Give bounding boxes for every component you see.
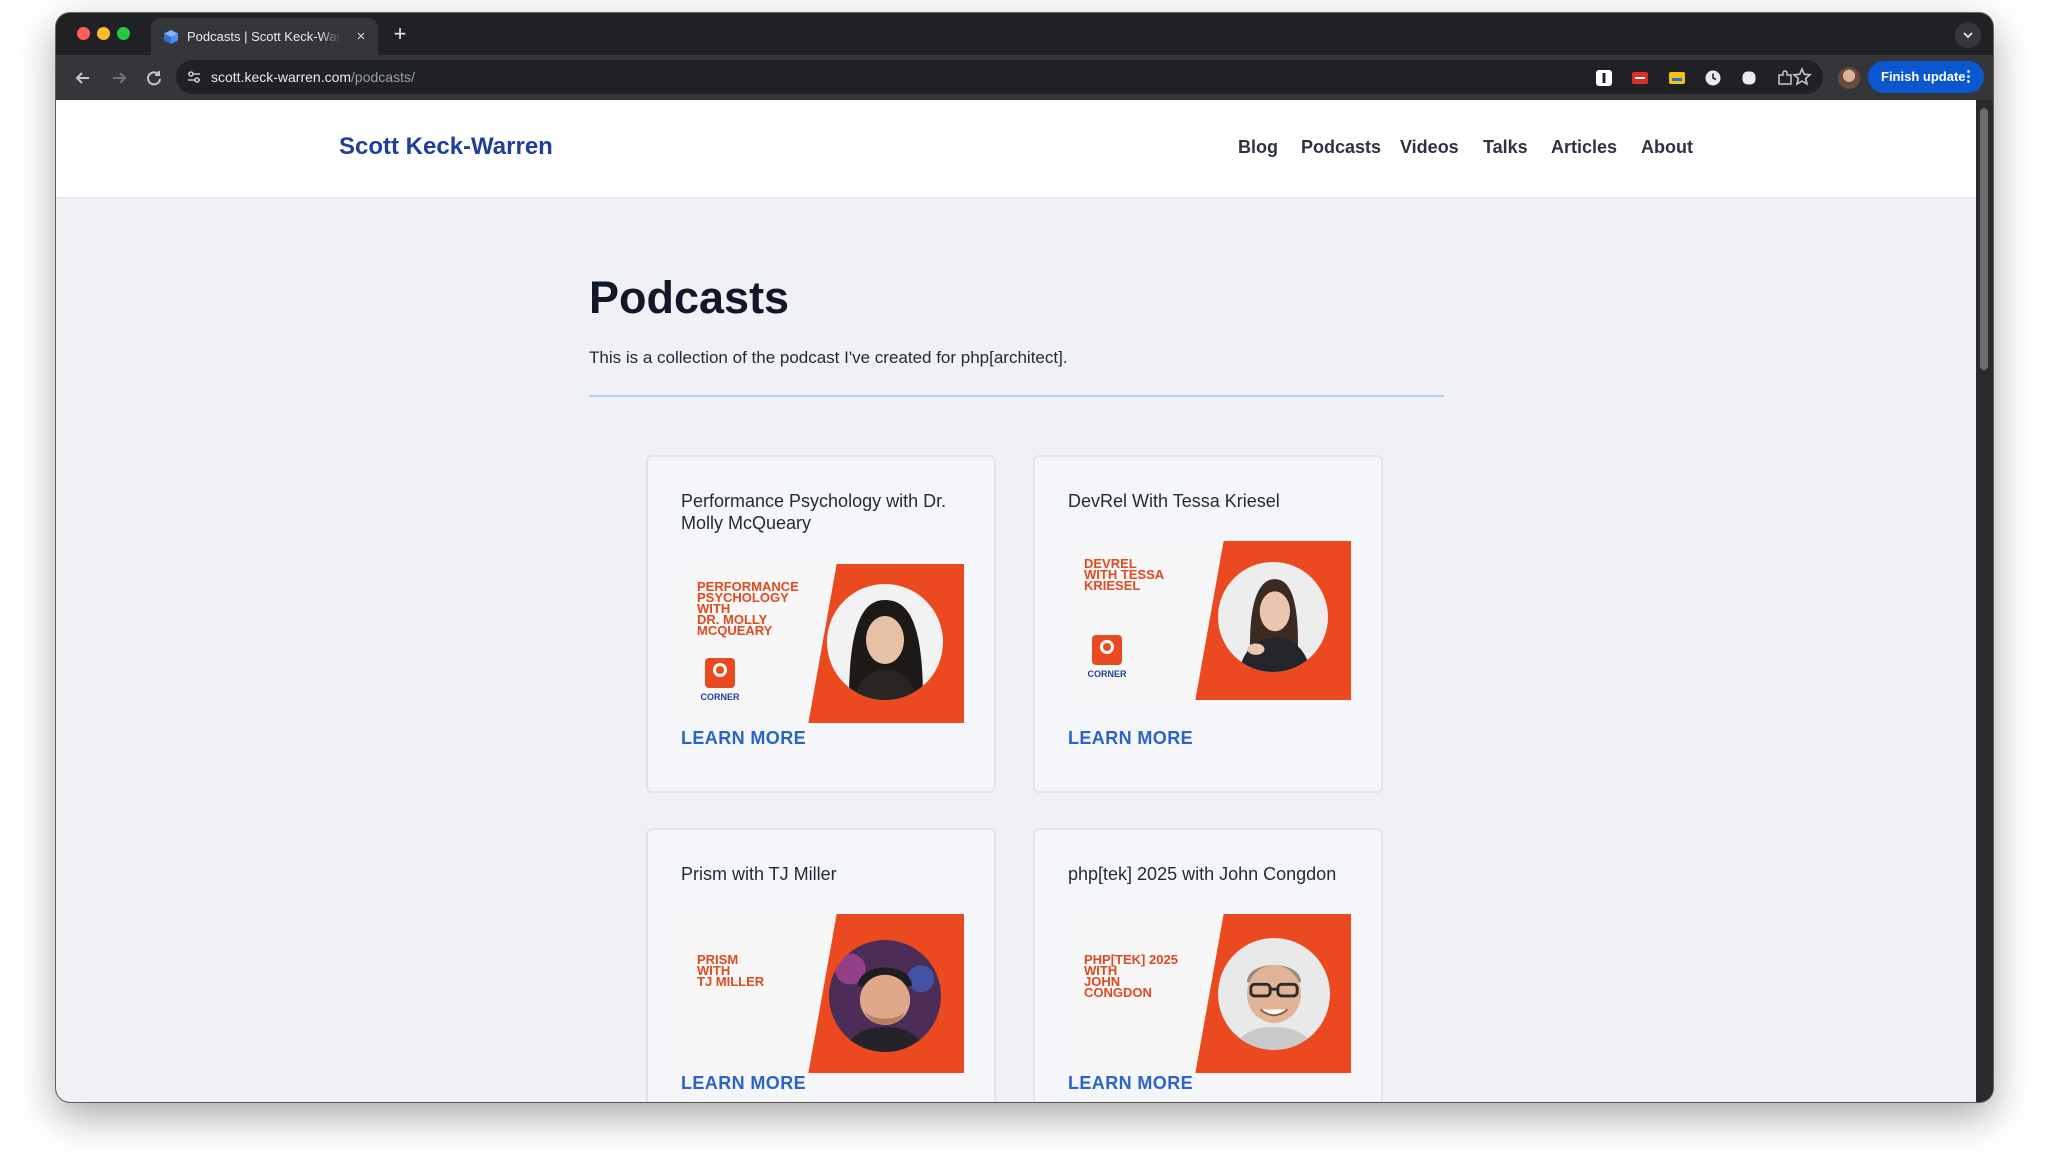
podcast-card: Prism with TJ Miller PRISM WITH TJ MILLE… [646,828,996,1102]
podcast-card-title[interactable]: DevRel With Tessa Kriesel [1068,490,1358,512]
finish-update-label: Finish update [1881,69,1966,84]
page-intro: This is a collection of the podcast I've… [589,348,1068,367]
page-viewport: Scott Keck-Warren Blog Podcasts Videos T… [56,100,1976,1102]
cover-line: CONGDON [1084,985,1152,1000]
site-favicon-icon [164,30,178,44]
site-header: Scott Keck-Warren Blog Podcasts Videos T… [56,100,1976,198]
address-bar[interactable]: scott.keck-warren.com/podcasts/ [176,60,1823,94]
podcast-card-title[interactable]: Performance Psychology with Dr. Molly Mc… [681,490,971,534]
bookmark-star-icon[interactable] [1791,66,1813,88]
podcast-cover-image[interactable]: PHP[TEK] 2025 WITH JOHN CONGDON [1068,914,1351,1073]
section-divider [589,395,1444,397]
cover-title-text: PHP[TEK] 2025 WITH JOHN CONGDON [1084,953,1214,1000]
browser-window: Podcasts | Scott Keck-Warren × + [56,13,1993,1102]
guest-portrait [829,940,941,1052]
nav-videos[interactable]: Videos [1400,137,1459,161]
logo-text: CORNER [701,692,739,702]
podcast-card: php[tek] 2025 with John Congdon PHP[TEK]… [1033,828,1383,1102]
forward-arrow-icon[interactable] [106,65,132,91]
tab-search-button[interactable] [1955,22,1981,48]
site-title-link[interactable]: Scott Keck-Warren [339,133,553,163]
learn-more-link[interactable]: LEARN MORE [681,1073,806,1095]
tab-strip: Podcasts | Scott Keck-Warren × + [56,13,1993,55]
extensions-puzzle-icon[interactable] [1776,69,1794,87]
nav-talks[interactable]: Talks [1483,137,1528,161]
podcast-cover-image[interactable]: DEVREL WITH TESSA KRIESEL CORNER [1068,541,1351,700]
tab-close-icon[interactable]: × [351,27,371,47]
learn-more-link[interactable]: LEARN MORE [1068,1073,1193,1095]
page-title: Podcasts [589,272,790,323]
nav-articles[interactable]: Articles [1551,137,1617,161]
nav-blog[interactable]: Blog [1238,137,1278,161]
back-arrow-icon[interactable] [70,65,96,91]
url-text: scott.keck-warren.com/podcasts/ [211,69,415,85]
show-logo-icon: CORNER [701,658,739,702]
cover-title-text: DEVREL WITH TESSA KRIESEL [1084,557,1214,592]
page-scrollbar[interactable] [1976,100,1993,1102]
extension-red-icon[interactable] [1631,69,1649,87]
url-host: scott.keck-warren.com [211,69,352,85]
browser-toolbar: scott.keck-warren.com/podcasts/ Finish u… [56,55,1993,100]
learn-more-link[interactable]: LEARN MORE [1068,728,1193,750]
more-menu-icon[interactable]: ⋮ [1961,61,1976,93]
extension-yellow-icon[interactable] [1668,69,1686,87]
close-window-button[interactable] [77,27,90,40]
url-path: /podcasts/ [351,69,415,85]
podcast-card: Performance Psychology with Dr. Molly Mc… [646,455,996,793]
maximize-window-button[interactable] [117,27,130,40]
podcast-card: DevRel With Tessa Kriesel DEVREL WITH TE… [1033,455,1383,793]
nav-about[interactable]: About [1641,137,1693,161]
chevron-down-icon [1963,32,1973,39]
podcast-cover-image[interactable]: PRISM WITH TJ MILLER [681,914,964,1073]
site-settings-icon[interactable] [186,69,202,85]
minimize-window-button[interactable] [97,27,110,40]
learn-more-link[interactable]: LEARN MORE [681,728,806,750]
extension-clock-icon[interactable] [1704,69,1722,87]
guest-portrait [1218,938,1330,1050]
cover-title-text: PRISM WITH TJ MILLER [697,953,827,989]
podcast-card-title[interactable]: php[tek] 2025 with John Congdon [1068,863,1358,885]
tab-title: Podcasts | Scott Keck-Warren [187,29,341,45]
cover-title-text: PERFORMANCE PSYCHOLOGY WITH DR. MOLLY MC… [697,580,827,638]
cover-line: MCQUEARY [697,623,773,638]
new-tab-button[interactable]: + [389,23,411,45]
logo-text: CORNER [1088,669,1126,679]
extension-1password-icon[interactable] [1595,69,1613,87]
scrollbar-thumb[interactable] [1980,108,1988,370]
profile-avatar[interactable] [1838,67,1860,89]
guest-portrait [827,584,943,700]
active-tab[interactable]: Podcasts | Scott Keck-Warren × [151,18,378,55]
extension-white-icon[interactable] [1740,69,1758,87]
nav-podcasts[interactable]: Podcasts [1301,137,1381,161]
finish-update-button[interactable]: Finish update ⋮ [1868,61,1984,93]
show-logo-icon: CORNER [1088,635,1126,679]
cover-line: TJ MILLER [697,974,765,989]
guest-portrait [1218,562,1328,672]
reload-icon[interactable] [141,65,167,91]
podcast-card-title[interactable]: Prism with TJ Miller [681,863,971,885]
podcast-cover-image[interactable]: PERFORMANCE PSYCHOLOGY WITH DR. MOLLY MC… [681,564,964,723]
